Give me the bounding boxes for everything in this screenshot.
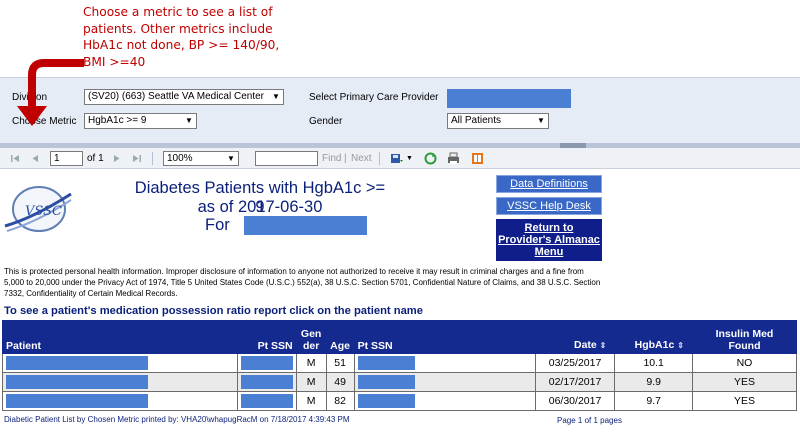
chevron-down-icon: ▼: [269, 90, 283, 104]
pt-ssn-2-cell: [353, 391, 536, 411]
insulin-cell: YES: [691, 372, 798, 392]
export-icon[interactable]: [389, 151, 404, 166]
redacted-ssn: [240, 375, 293, 389]
sort-icon[interactable]: ⇕: [677, 341, 684, 350]
table-header-row: Patient Pt SSN Gen der Age Pt SSN Date ⇕ …: [2, 320, 798, 354]
pt-ssn-2-cell: [353, 372, 536, 392]
division-select[interactable]: (SV20) (663) Seattle VA Medical Center ▼: [84, 89, 284, 105]
col-header-hgba1c[interactable]: HgbA1c ⇕: [614, 320, 693, 354]
patient-name-cell[interactable]: [2, 372, 238, 392]
layout-icon[interactable]: [470, 151, 485, 166]
col-header-pt-ssn: Pt SSN: [236, 320, 297, 354]
gender-cell: M: [295, 372, 327, 392]
redacted-ssn: [240, 356, 293, 370]
table-row: M 51 03/25/2017 10.1 NO: [2, 353, 798, 373]
col-header-age: Age: [325, 320, 355, 354]
col-header-pt-ssn-2: Pt SSN: [353, 320, 536, 354]
report-date: as of 2017-06-30: [197, 198, 323, 216]
first-page-icon[interactable]: [8, 151, 23, 166]
metric-select[interactable]: HgbA1c >= 9 ▼: [84, 113, 197, 129]
hgba1c-cell: 10.1: [614, 353, 693, 373]
patient-name-cell[interactable]: [2, 391, 238, 411]
data-definitions-link[interactable]: Data Definitions: [496, 175, 602, 193]
report-for-label: For: [205, 216, 230, 234]
hgba1c-cell: 9.7: [614, 391, 693, 411]
toolbar-divider: [152, 152, 153, 165]
patient-name-cell[interactable]: [2, 353, 238, 373]
redacted-patient-name[interactable]: [6, 375, 148, 389]
provider-label: Select Primary Care Provider: [309, 92, 439, 103]
refresh-icon[interactable]: [423, 151, 438, 166]
chevron-down-icon: ▼: [182, 114, 196, 128]
insulin-cell: NO: [691, 353, 798, 373]
gender-cell: M: [295, 353, 327, 373]
help-desk-link[interactable]: VSSC Help Desk: [496, 197, 602, 215]
page-count-label: of 1: [87, 153, 104, 164]
redacted-ssn: [240, 394, 293, 408]
hgba1c-cell: 9.9: [614, 372, 693, 392]
last-page-icon[interactable]: [129, 151, 144, 166]
find-link[interactable]: Find: [322, 151, 341, 166]
toolbar-divider: [379, 152, 380, 165]
report-toolbar: 1 of 1 100% ▼ Find | Next ▼: [0, 148, 800, 169]
pt-ssn-2-cell: [353, 353, 536, 373]
age-cell: 82: [325, 391, 355, 411]
gender-select[interactable]: All Patients ▼: [447, 113, 549, 129]
next-page-icon[interactable]: [109, 151, 124, 166]
find-separator: |: [344, 153, 347, 164]
pt-ssn-cell: [236, 353, 297, 373]
redacted-ssn: [357, 375, 415, 389]
date-cell: 03/25/2017: [534, 353, 616, 373]
sort-icon[interactable]: ⇕: [600, 341, 607, 350]
redacted-patient-name[interactable]: [6, 394, 148, 408]
pt-ssn-cell: [236, 391, 297, 411]
provider-select-redacted[interactable]: [447, 89, 571, 108]
provider-name-redacted: [244, 216, 367, 235]
find-input[interactable]: [255, 151, 318, 166]
page-count-footer: Page 1 of 1 pages: [557, 416, 622, 425]
next-link[interactable]: Next: [351, 151, 372, 166]
vssc-logo: VSSC: [4, 186, 72, 232]
print-icon[interactable]: [446, 151, 461, 166]
chevron-down-icon: ▼: [534, 114, 548, 128]
division-label: Division: [12, 92, 48, 103]
previous-page-icon[interactable]: [28, 151, 43, 166]
almanac-menu-link[interactable]: Return to Provider's Almanac Menu: [496, 219, 602, 261]
col-header-gender: Gen der: [295, 320, 327, 354]
parameter-panel: [0, 77, 800, 143]
age-cell: 51: [325, 353, 355, 373]
logo-text: VSSC: [25, 204, 62, 219]
col-header-patient: Patient: [2, 320, 238, 354]
table-row: M 82 06/30/2017 9.7 YES: [2, 391, 798, 411]
export-dropdown-icon[interactable]: ▼: [406, 151, 413, 166]
col-header-insulin: Insulin Med Found: [691, 320, 798, 354]
redacted-ssn: [357, 394, 415, 408]
metric-label: Choose Metric: [12, 116, 77, 127]
mpr-instructions: To see a patient's medication possession…: [4, 305, 423, 317]
zoom-select[interactable]: 100% ▼: [163, 151, 239, 166]
gender-cell: M: [295, 391, 327, 411]
date-cell: 06/30/2017: [534, 391, 616, 411]
date-cell: 02/17/2017: [534, 372, 616, 392]
redacted-patient-name[interactable]: [6, 356, 148, 370]
table-row: M 49 02/17/2017 9.9 YES: [2, 372, 798, 392]
pt-ssn-cell: [236, 372, 297, 392]
printed-by-footer: Diabetic Patient List by Chosen Metric p…: [4, 415, 350, 424]
insulin-cell: YES: [691, 391, 798, 411]
col-header-date[interactable]: Date ⇕: [534, 320, 616, 354]
age-cell: 49: [325, 372, 355, 392]
patient-table: Patient Pt SSN Gen der Age Pt SSN Date ⇕ …: [2, 320, 798, 411]
privacy-notice: This is protected personal health inform…: [4, 267, 601, 298]
redacted-ssn: [357, 356, 415, 370]
annotation-callout: Choose a metric to see a list of patient…: [83, 5, 280, 69]
chevron-down-icon: ▼: [224, 152, 238, 165]
gender-label: Gender: [309, 116, 343, 127]
page-number-input[interactable]: 1: [50, 151, 83, 166]
